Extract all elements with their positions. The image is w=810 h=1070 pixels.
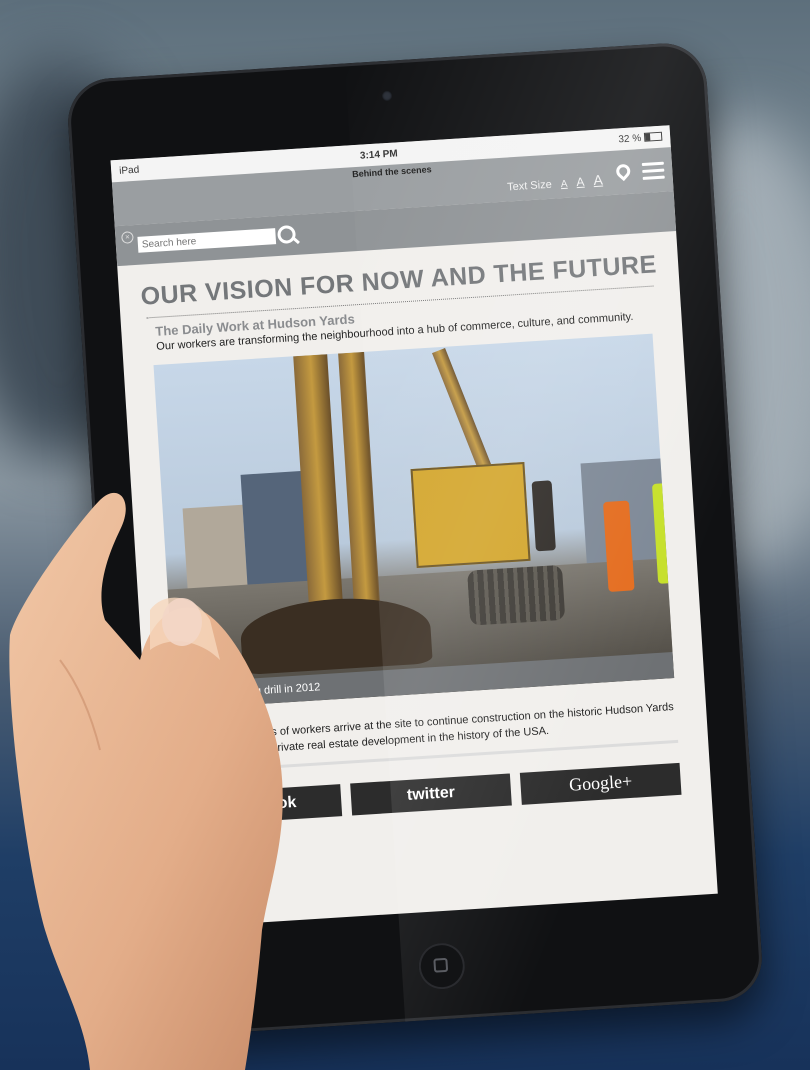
- camera-icon: [381, 90, 393, 102]
- photo-drill-mast: [338, 351, 380, 603]
- tablet-device: iPad 3:14 PM 32 % Behind the scenes Text…: [65, 40, 765, 1040]
- text-size-large[interactable]: A: [593, 172, 603, 189]
- search-icon[interactable]: [277, 224, 297, 245]
- search-input[interactable]: [137, 228, 277, 253]
- article-body: Every day, hundreds of workers arrive at…: [176, 699, 679, 775]
- twitter-button[interactable]: twitter: [350, 773, 512, 816]
- facebook-button[interactable]: facebook: [180, 784, 343, 827]
- photo-track: [467, 564, 566, 626]
- text-size-small[interactable]: A: [560, 179, 567, 190]
- app-screen: iPad 3:14 PM 32 % Behind the scenes Text…: [110, 125, 718, 929]
- clock: 3:14 PM: [359, 147, 399, 162]
- article-photo: Groundbreaking drill in 2012: [153, 333, 675, 710]
- battery-indicator: 32 %: [618, 131, 663, 145]
- photo-worker: [531, 480, 556, 552]
- text-size-control: Text Size A A A: [506, 172, 603, 194]
- text-size-label: Text Size: [506, 178, 553, 194]
- battery-icon: [643, 132, 663, 143]
- battery-text: 32 %: [618, 132, 642, 145]
- location-pin-icon[interactable]: [613, 161, 634, 182]
- text-size-medium[interactable]: A: [576, 175, 585, 189]
- home-button[interactable]: [417, 941, 467, 991]
- hamburger-menu-icon[interactable]: [641, 161, 665, 180]
- social-share-bar: facebook twitter Google+: [180, 762, 682, 827]
- device-label: iPad: [118, 164, 140, 177]
- google-plus-button[interactable]: Google+: [519, 762, 682, 805]
- photo-crane-boom: [432, 347, 497, 484]
- photo-worker: [602, 500, 635, 592]
- close-icon[interactable]: ×: [121, 231, 134, 244]
- photo-drill-cab: [410, 461, 531, 568]
